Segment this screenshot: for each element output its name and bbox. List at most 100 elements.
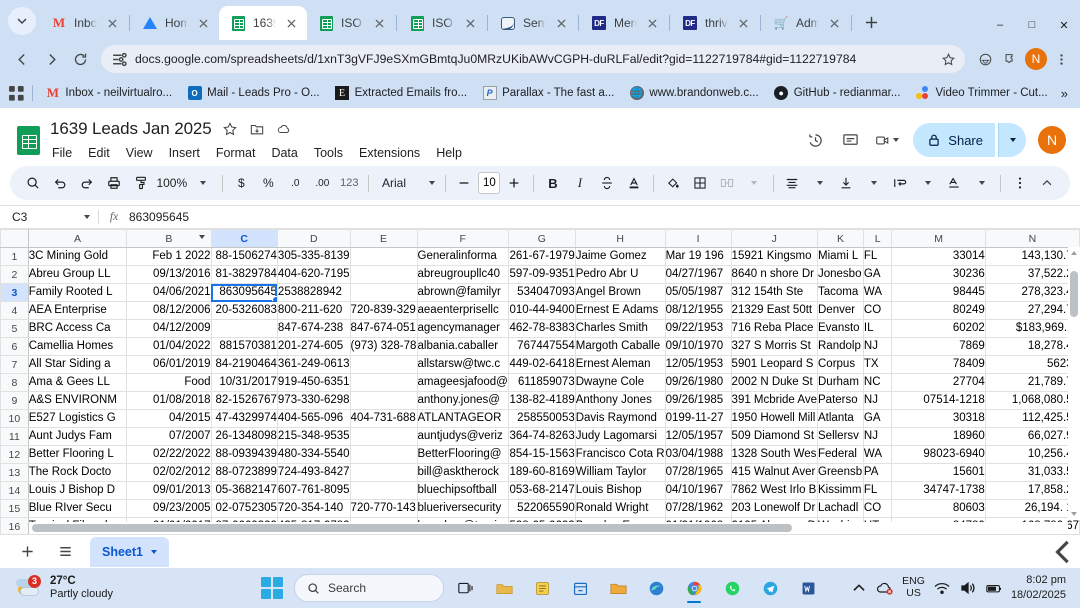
- browser-tab-3[interactable]: ISO Ema: [307, 6, 395, 40]
- cell-B6[interactable]: 01/04/2022: [126, 337, 212, 356]
- move-to-folder-icon[interactable]: [248, 120, 266, 138]
- cell-H14[interactable]: Louis Bishop: [574, 481, 666, 500]
- cell-N9[interactable]: 1,068,080.50: [984, 391, 1080, 410]
- fill-color-button[interactable]: [660, 170, 686, 196]
- cell-M5[interactable]: 60202: [891, 319, 986, 338]
- taskbar-telegram[interactable]: [754, 572, 786, 604]
- cell-D15[interactable]: 720-354-140: [276, 499, 351, 518]
- browser-tab-1[interactable]: Home -: [131, 6, 219, 40]
- cell-L2[interactable]: GA: [862, 265, 893, 284]
- cell-N5[interactable]: $183,969.11: [984, 319, 1080, 338]
- menu-data[interactable]: Data: [269, 145, 299, 161]
- site-settings-icon[interactable]: [111, 51, 128, 68]
- horizontal-align-dropdown-icon[interactable]: [806, 170, 832, 196]
- cell-K5[interactable]: Evansto: [817, 319, 864, 338]
- cell-C7[interactable]: 84-2190464: [210, 355, 278, 374]
- vertical-align-dropdown-icon[interactable]: [860, 170, 886, 196]
- cell-A15[interactable]: Blue RIver Secu: [27, 499, 128, 518]
- apps-grid-icon[interactable]: [8, 81, 25, 105]
- cell-G14[interactable]: 053-68-2147: [507, 481, 576, 500]
- cell-J11[interactable]: 509 Diamond St: [730, 427, 819, 446]
- cell-I5[interactable]: 09/22/1953: [664, 319, 732, 338]
- column-header-H[interactable]: H: [574, 229, 666, 248]
- cell-K8[interactable]: Durham: [817, 373, 864, 392]
- cell-G7[interactable]: 449-02-6418: [507, 355, 576, 374]
- table-row[interactable]: 6 Camellia Homes 01/04/2022 881570381 201-27…: [0, 337, 1080, 356]
- cell-I7[interactable]: 12/05/1953: [664, 355, 732, 374]
- font-size-input[interactable]: 10: [478, 172, 501, 194]
- cell-F7[interactable]: allstarsw@twc.c: [416, 355, 509, 374]
- bookmark-5[interactable]: ● GitHub - redianmar...: [768, 83, 907, 104]
- horizontal-scroll-thumb[interactable]: [32, 524, 792, 532]
- meet-call-button[interactable]: [869, 124, 905, 156]
- redo-button[interactable]: [74, 170, 100, 196]
- close-icon[interactable]: [371, 15, 387, 31]
- cell-N2[interactable]: 37,522.25: [984, 265, 1080, 284]
- cell-B13[interactable]: 02/02/2012: [126, 463, 212, 482]
- cell-B5[interactable]: 04/12/2009: [126, 319, 212, 338]
- cell-M1[interactable]: 33014: [891, 247, 986, 266]
- cell-D3[interactable]: 2538828942: [276, 283, 351, 302]
- cloud-saved-icon[interactable]: [275, 120, 293, 138]
- cell-F9[interactable]: anthony.jones@: [416, 391, 509, 410]
- tray-expand-icon[interactable]: [850, 579, 868, 597]
- text-rotation-dropdown-icon[interactable]: [968, 170, 994, 196]
- cell-A5[interactable]: BRC Access Ca: [27, 319, 128, 338]
- column-header-D[interactable]: D: [276, 229, 351, 248]
- cell-I11[interactable]: 12/05/1957: [664, 427, 732, 446]
- close-icon[interactable]: [644, 15, 660, 31]
- cell-G9[interactable]: 138-82-4189: [507, 391, 576, 410]
- cell-B2[interactable]: 09/13/2016: [126, 265, 212, 284]
- close-icon[interactable]: [735, 15, 751, 31]
- cell-I10[interactable]: 0199-11-27: [664, 409, 732, 428]
- menu-format[interactable]: Format: [214, 145, 258, 161]
- window-close-button[interactable]: ✕: [1048, 10, 1080, 40]
- cell-K4[interactable]: Denver: [817, 301, 864, 320]
- cell-G1[interactable]: 261-67-1979: [507, 247, 576, 266]
- cell-C13[interactable]: 88-0723899: [210, 463, 278, 482]
- cell-F8[interactable]: amageesjafood@: [416, 373, 509, 392]
- cell-B12[interactable]: 02/22/2022: [126, 445, 212, 464]
- cell-L7[interactable]: TX: [862, 355, 893, 374]
- cell-J15[interactable]: 203 Lonewolf Dr: [730, 499, 819, 518]
- close-icon[interactable]: [104, 15, 120, 31]
- cell-B8[interactable]: Food: [126, 373, 212, 392]
- cell-A4[interactable]: AEA Enterprise: [27, 301, 128, 320]
- cell-N10[interactable]: 112,425.50: [984, 409, 1080, 428]
- cell-N8[interactable]: 21,789.74: [984, 373, 1080, 392]
- cell-H5[interactable]: Charles Smith: [574, 319, 666, 338]
- cell-G8[interactable]: 611859073: [507, 373, 576, 392]
- formula-input[interactable]: 863095645: [129, 210, 1080, 224]
- cell-F10[interactable]: ATLANTAGEOR: [416, 409, 509, 428]
- row-header-7[interactable]: 7: [0, 355, 29, 374]
- undo-button[interactable]: [47, 170, 73, 196]
- taskbar-file-explorer[interactable]: [488, 572, 520, 604]
- bold-button[interactable]: B: [540, 170, 566, 196]
- cell-M7[interactable]: 78409: [891, 355, 986, 374]
- cell-K6[interactable]: Randolp: [817, 337, 864, 356]
- cell-E14[interactable]: [349, 481, 418, 500]
- taskbar-word[interactable]: [792, 572, 824, 604]
- cell-M14[interactable]: 34747-1738: [891, 481, 986, 500]
- cell-D11[interactable]: 215-348-9535: [276, 427, 351, 446]
- cell-K1[interactable]: Miami L: [817, 247, 864, 266]
- cell-I14[interactable]: 04/10/1967: [664, 481, 732, 500]
- menu-file[interactable]: File: [50, 145, 74, 161]
- bookmark-1[interactable]: O Mail - Leads Pro - O...: [181, 83, 325, 104]
- cell-L3[interactable]: WA: [862, 283, 893, 302]
- print-button[interactable]: [101, 170, 127, 196]
- new-tab-button[interactable]: [857, 8, 885, 36]
- cell-G12[interactable]: 854-15-1563: [507, 445, 576, 464]
- share-button[interactable]: Share: [913, 123, 995, 157]
- select-all-corner[interactable]: [0, 229, 29, 248]
- cell-M3[interactable]: 98445: [891, 283, 986, 302]
- cell-D2[interactable]: 404-620-7195: [276, 265, 351, 284]
- cell-B4[interactable]: 08/12/2006: [126, 301, 212, 320]
- cell-B14[interactable]: 09/01/2013: [126, 481, 212, 500]
- cell-H3[interactable]: Angel Brown: [574, 283, 666, 302]
- cell-N15[interactable]: 26,194. 16: [984, 499, 1080, 518]
- cell-H13[interactable]: William Taylor: [574, 463, 666, 482]
- bookmark-6[interactable]: Video Trimmer - Cut...: [909, 83, 1053, 104]
- paint-format-button[interactable]: [128, 170, 154, 196]
- table-row[interactable]: 11 Aunt Judys Fam 07/2007 26-1348098 215-348…: [0, 427, 1080, 446]
